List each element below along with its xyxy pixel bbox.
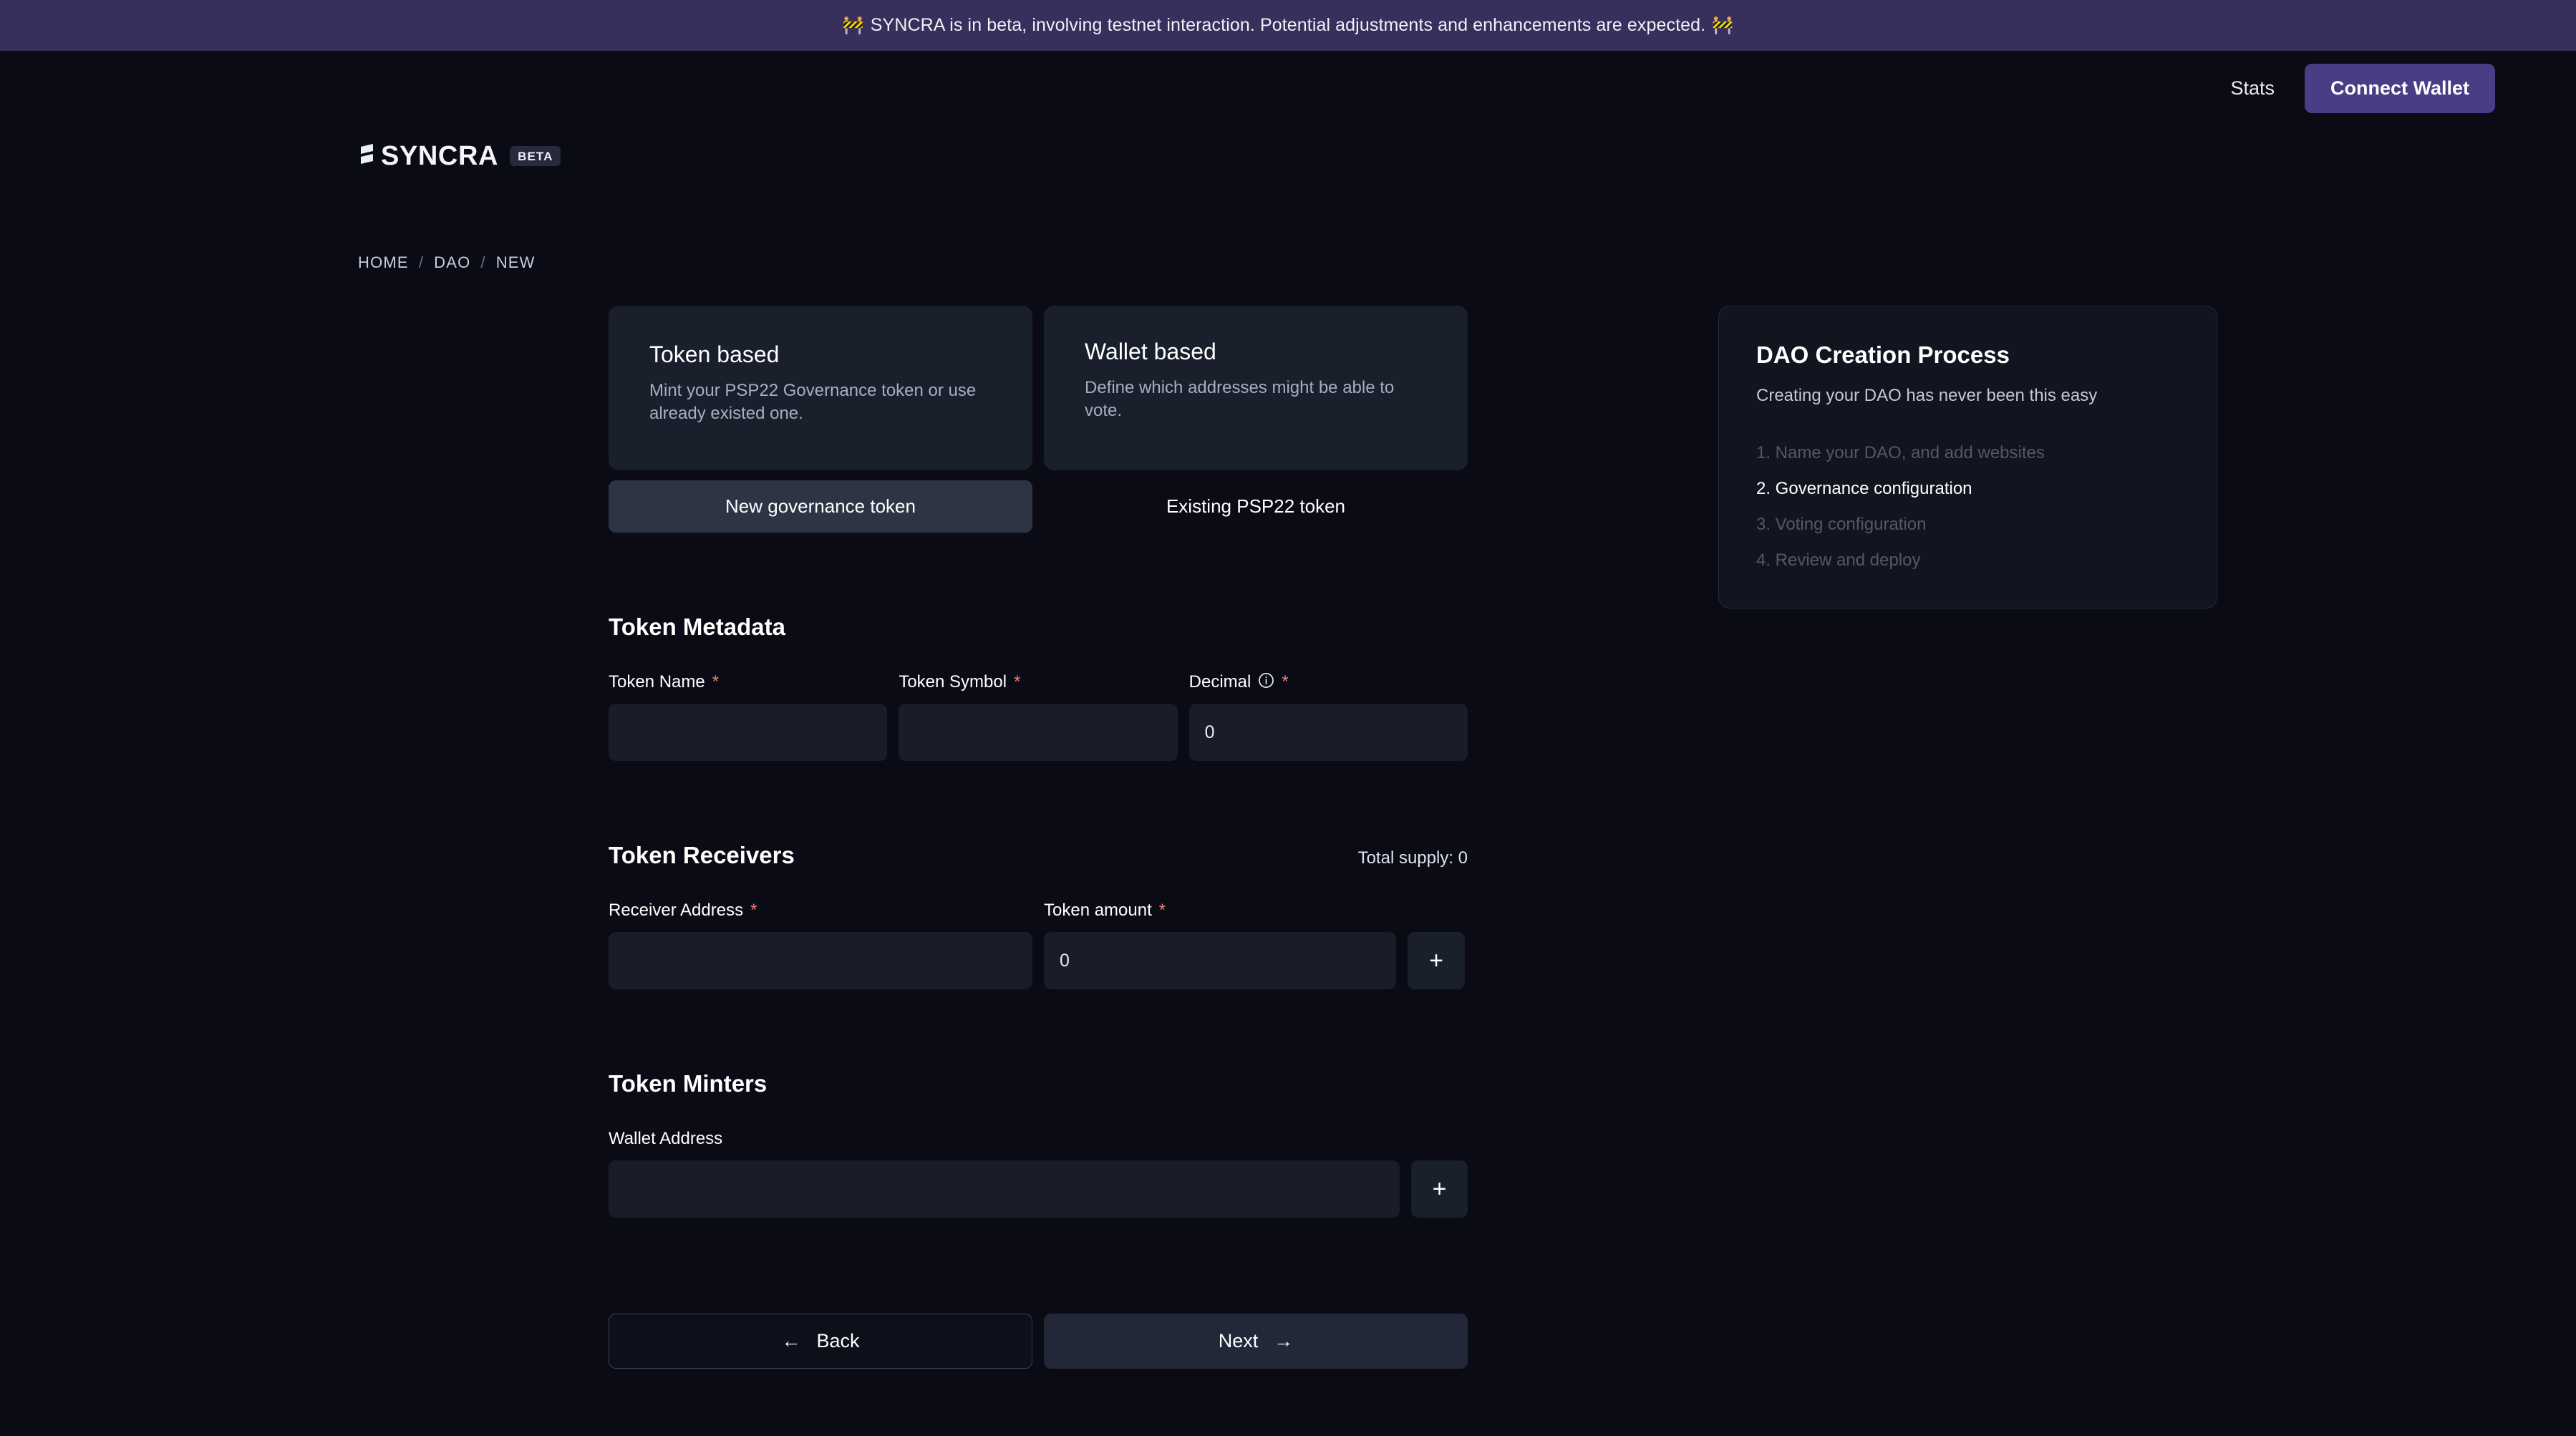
section-title-token-minters: Token Minters (609, 1070, 768, 1097)
site-header: SYNCRA BETA Stats Connect Wallet (0, 51, 2576, 170)
wallet-address-input[interactable] (609, 1160, 1400, 1218)
label-decimal: Decimal * (1189, 672, 1468, 692)
option-card-token-based[interactable]: Token based Mint your PSP22 Governance t… (609, 306, 1032, 470)
token-receivers-inputs: + (609, 932, 1468, 989)
field-label: Decimal (1188, 672, 1251, 692)
token-minters-labels: Wallet Address (609, 1129, 1468, 1149)
page-body: HOME / DAO / NEW Token based Mint your P… (0, 126, 2576, 1369)
token-receivers-labels: Receiver Address * Token amount * (609, 901, 1468, 921)
total-supply-label: Total supply: 0 (1357, 848, 1468, 868)
option-wallet-based: Wallet based Define which addresses migh… (1044, 306, 1468, 533)
option-card-wallet-based[interactable]: Wallet based Define which addresses migh… (1044, 306, 1468, 470)
label-token-name: Token Name * (609, 672, 887, 692)
required-marker: * (1282, 672, 1289, 692)
required-marker: * (1014, 672, 1021, 692)
header-actions: Stats Connect Wallet (2230, 64, 2495, 113)
token-minters-header: Token Minters (609, 1070, 1468, 1097)
connect-wallet-button[interactable]: Connect Wallet (2304, 64, 2495, 113)
token-symbol-input[interactable] (899, 704, 1178, 761)
construction-icon: 🚧 (842, 16, 864, 35)
token-metadata-labels: Token Name * Token Symbol * Decimal * (609, 672, 1468, 692)
option-description: Mint your PSP22 Governance token or use … (649, 381, 977, 423)
option-title: Wallet based (1085, 339, 1216, 364)
token-receivers-header: Token Receivers Total supply: 0 (609, 842, 1468, 869)
required-marker: * (712, 672, 720, 692)
tab-existing-psp22-token[interactable]: Existing PSP22 token (1044, 480, 1468, 533)
required-marker: * (1158, 901, 1166, 920)
nav-link-stats[interactable]: Stats (2230, 77, 2275, 100)
label-token-amount: Token amount * (1044, 901, 1396, 921)
process-step-1: 1. Name your DAO, and add websites (1756, 443, 2045, 462)
breadcrumb: HOME / DAO / NEW (358, 253, 2576, 272)
decimal-input[interactable] (1188, 704, 1468, 761)
process-step-4: 4. Review and deploy (1756, 550, 1921, 570)
option-token-based: Token based Mint your PSP22 Governance t… (609, 306, 1032, 533)
breadcrumb-separator: / (418, 253, 425, 271)
token-minters-inputs: + (609, 1160, 1468, 1218)
section-title-token-metadata: Token Metadata (609, 613, 785, 640)
arrow-left-icon: ← (781, 1330, 801, 1352)
token-metadata-header: Token Metadata (609, 613, 1468, 641)
next-button-label: Next (1218, 1330, 1259, 1352)
add-receiver-button[interactable]: + (1408, 932, 1465, 989)
token-amount-input[interactable] (1044, 932, 1396, 989)
option-description: Define which addresses might be able to … (1085, 378, 1395, 420)
field-label: Token Symbol (899, 672, 1007, 692)
option-title: Token based (649, 341, 780, 367)
process-step-3: 3. Voting configuration (1756, 515, 1927, 534)
process-subtitle: Creating your DAO has never been this ea… (1756, 386, 2098, 405)
field-label: Token Name (609, 672, 705, 692)
beta-banner: 🚧 SYNCRA is in beta, involving testnet i… (0, 0, 2576, 51)
breadcrumb-item-new[interactable]: NEW (496, 253, 536, 272)
section-title-token-receivers: Token Receivers (609, 842, 795, 868)
back-button-label: Back (816, 1330, 860, 1352)
arrow-right-icon: → (1274, 1330, 1294, 1352)
form-navigation: ← Back Next → (609, 1314, 1468, 1369)
required-marker: * (750, 901, 757, 920)
breadcrumb-separator: / (480, 253, 486, 271)
add-minter-button[interactable]: + (1411, 1160, 1468, 1218)
label-wallet-address: Wallet Address (609, 1129, 1413, 1149)
tab-new-governance-token[interactable]: New governance token (609, 480, 1032, 533)
token-name-input[interactable] (609, 704, 888, 761)
process-step-2: 2. Governance configuration (1756, 479, 1972, 498)
content-row: Token based Mint your PSP22 Governance t… (358, 306, 2576, 1369)
label-receiver-address: Receiver Address * (609, 901, 1032, 921)
token-metadata-inputs (609, 704, 1468, 761)
governance-type-selector: Token based Mint your PSP22 Governance t… (609, 306, 1468, 533)
label-token-symbol: Token Symbol * (899, 672, 1177, 692)
dao-form: Token based Mint your PSP22 Governance t… (609, 306, 1468, 1369)
info-icon[interactable] (1258, 672, 1274, 692)
breadcrumb-item-home[interactable]: HOME (358, 253, 409, 272)
next-button[interactable]: Next → (1044, 1314, 1468, 1369)
dao-creation-process-card: DAO Creation Process Creating your DAO h… (1718, 306, 2217, 608)
field-label: Receiver Address (609, 901, 744, 920)
field-label: Token amount (1044, 901, 1152, 920)
process-title: DAO Creation Process (1756, 341, 2010, 368)
breadcrumb-item-dao[interactable]: DAO (434, 253, 470, 272)
beta-banner-text: SYNCRA is in beta, involving testnet int… (870, 15, 1706, 35)
back-button[interactable]: ← Back (609, 1314, 1032, 1369)
field-label: Wallet Address (609, 1129, 723, 1148)
receiver-address-input[interactable] (609, 932, 1032, 989)
construction-icon: 🚧 (1712, 16, 1734, 35)
